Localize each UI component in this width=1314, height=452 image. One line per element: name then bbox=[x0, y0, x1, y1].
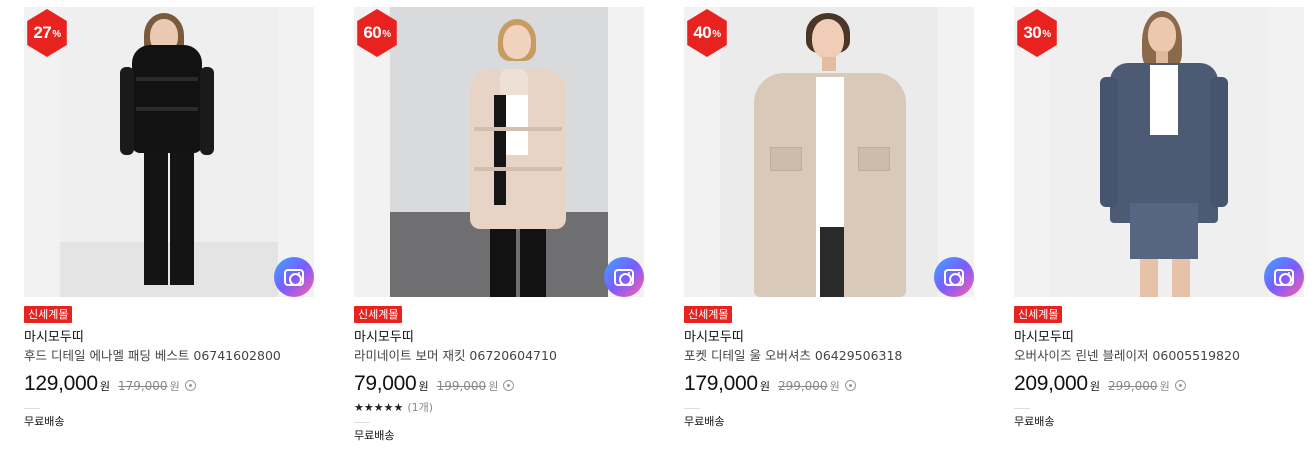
shipping-label: 무료배송 bbox=[24, 415, 65, 428]
original-price-unit: 원 bbox=[488, 380, 499, 393]
original-price: 199,000 bbox=[436, 379, 487, 393]
sale-price: 209,000 bbox=[1014, 372, 1088, 395]
product-image-area[interactable]: 27% bbox=[24, 7, 314, 297]
product-image-area[interactable]: 30% bbox=[1014, 7, 1304, 297]
info-circle-icon[interactable] bbox=[184, 380, 196, 391]
product-card[interactable]: 40% 신세계몰 마시모두띠 포켓 디테일 울 오버셔츠 06429506318… bbox=[684, 7, 974, 430]
star-icon: ★★★★★ bbox=[354, 401, 404, 414]
product-photo[interactable] bbox=[60, 7, 278, 297]
original-price-unit: 원 bbox=[169, 380, 180, 393]
mall-tag: 신세계몰 bbox=[1014, 306, 1063, 323]
info-circle-icon[interactable] bbox=[503, 380, 515, 391]
discount-value: 40 bbox=[693, 23, 712, 42]
review-count: (1개) bbox=[407, 401, 434, 414]
brand-name[interactable]: 마시모두띠 bbox=[1014, 329, 1304, 347]
divider bbox=[684, 408, 700, 409]
shipping-label: 무료배송 bbox=[1014, 415, 1055, 428]
discount-unit: % bbox=[382, 29, 391, 40]
divider bbox=[1014, 408, 1030, 409]
product-name[interactable]: 라미네이트 보머 재킷 06720604710 bbox=[354, 347, 644, 365]
camera-search-icon[interactable] bbox=[1264, 257, 1304, 297]
brand-name[interactable]: 마시모두띠 bbox=[354, 329, 644, 347]
shipping-label: 무료배송 bbox=[354, 429, 395, 442]
original-price: 299,000 bbox=[777, 379, 828, 393]
product-grid: 27% 신세계몰 마시모두띠 후드 디테일 에나멜 패딩 베스트 0674160… bbox=[0, 0, 1314, 452]
original-price-unit: 원 bbox=[1159, 380, 1170, 393]
original-price-unit: 원 bbox=[829, 380, 840, 393]
price-row: 79,000 원 199,000 원 bbox=[354, 372, 644, 398]
product-photo[interactable] bbox=[1050, 7, 1268, 297]
price-unit: 원 bbox=[418, 380, 429, 393]
discount-unit: % bbox=[712, 29, 721, 40]
price-unit: 원 bbox=[759, 380, 770, 393]
discount-unit: % bbox=[1042, 29, 1051, 40]
product-image-area[interactable]: 60% bbox=[354, 7, 644, 297]
product-name[interactable]: 포켓 디테일 울 오버셔츠 06429506318 bbox=[684, 347, 974, 365]
product-card[interactable]: 30% 신세계몰 마시모두띠 오버사이즈 린넨 블레이저 06005519820… bbox=[1014, 7, 1304, 430]
original-price: 299,000 bbox=[1107, 379, 1158, 393]
product-card[interactable]: 60% 신세계몰 마시모두띠 라미네이트 보머 재킷 06720604710 7… bbox=[354, 7, 644, 444]
mall-tag: 신세계몰 bbox=[354, 306, 403, 323]
product-photo[interactable] bbox=[390, 7, 608, 297]
product-name[interactable]: 후드 디테일 에나멜 패딩 베스트 06741602800 bbox=[24, 347, 314, 365]
discount-unit: % bbox=[52, 29, 61, 40]
discount-value: 27 bbox=[33, 23, 52, 42]
camera-search-icon[interactable] bbox=[604, 257, 644, 297]
shipping-label: 무료배송 bbox=[684, 415, 725, 428]
sale-price: 179,000 bbox=[684, 372, 758, 395]
info-circle-icon[interactable] bbox=[844, 380, 856, 391]
rating[interactable]: ★★★★★ (1개) bbox=[354, 400, 644, 416]
camera-search-icon[interactable] bbox=[274, 257, 314, 297]
product-image-area[interactable]: 40% bbox=[684, 7, 974, 297]
divider bbox=[24, 408, 40, 409]
camera-search-icon[interactable] bbox=[934, 257, 974, 297]
sale-price: 79,000 bbox=[354, 372, 417, 395]
price-unit: 원 bbox=[99, 380, 110, 393]
original-price: 179,000 bbox=[117, 379, 168, 393]
sale-price: 129,000 bbox=[24, 372, 98, 395]
product-card[interactable]: 27% 신세계몰 마시모두띠 후드 디테일 에나멜 패딩 베스트 0674160… bbox=[24, 7, 314, 430]
discount-value: 30 bbox=[1023, 23, 1042, 42]
info-circle-icon[interactable] bbox=[1174, 380, 1186, 391]
price-row: 179,000 원 299,000 원 bbox=[684, 372, 974, 398]
divider bbox=[354, 422, 370, 423]
price-unit: 원 bbox=[1089, 380, 1100, 393]
product-name[interactable]: 오버사이즈 린넨 블레이저 06005519820 bbox=[1014, 347, 1304, 365]
price-row: 209,000 원 299,000 원 bbox=[1014, 372, 1304, 398]
price-row: 129,000 원 179,000 원 bbox=[24, 372, 314, 398]
product-photo[interactable] bbox=[720, 7, 938, 297]
mall-tag: 신세계몰 bbox=[24, 306, 73, 323]
discount-value: 60 bbox=[363, 23, 382, 42]
brand-name[interactable]: 마시모두띠 bbox=[24, 329, 314, 347]
brand-name[interactable]: 마시모두띠 bbox=[684, 329, 974, 347]
mall-tag: 신세계몰 bbox=[684, 306, 733, 323]
